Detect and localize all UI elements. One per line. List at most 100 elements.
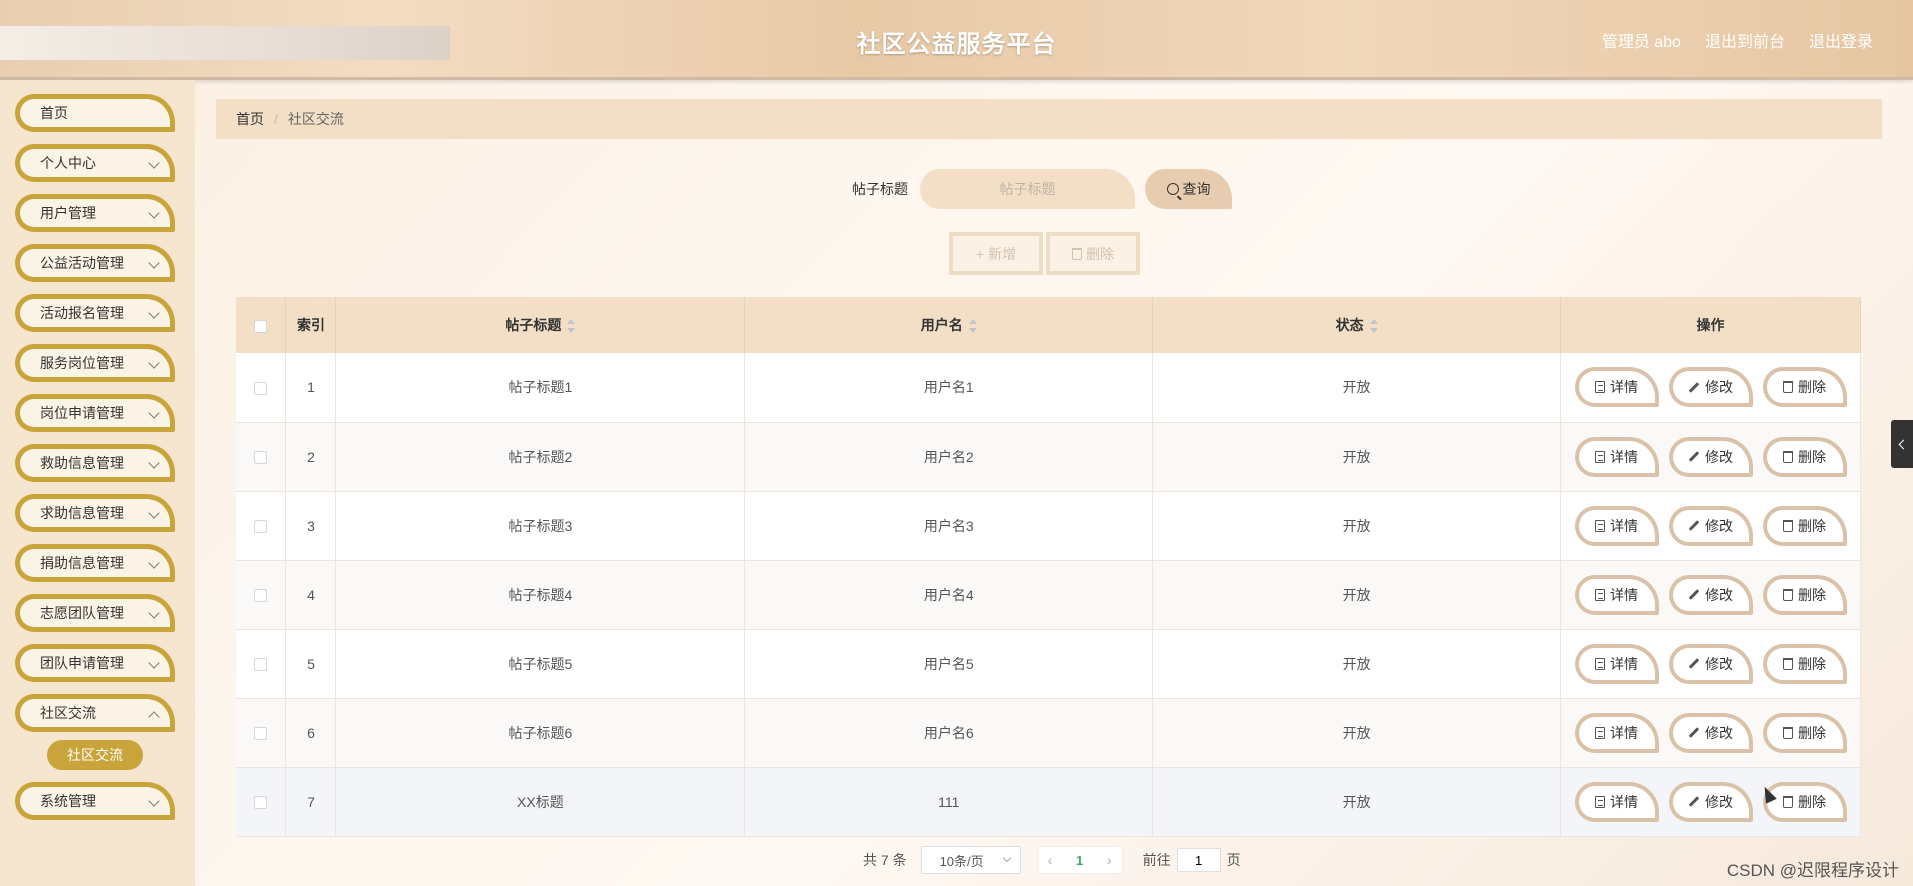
chevron-left-icon [1898,439,1909,449]
row-checkbox[interactable] [254,658,268,672]
table-row: 1 帖子标题1 用户名1 开放 详情 修改 删除 [236,353,1861,423]
row-ops: 详情 修改 删除 [1560,491,1861,561]
row-checkbox[interactable] [254,451,268,465]
column-header-status[interactable]: 状态 [1152,297,1561,353]
add-button-label: 新增 [988,245,1017,262]
batch-delete-button[interactable]: 删除 [1046,232,1140,275]
detail-button[interactable]: 详情 [1574,367,1659,408]
logout-link[interactable]: 退出登录 [1809,28,1873,52]
row-title: 帖子标题4 [335,560,746,630]
sidebar-item-home[interactable]: 首页 [15,94,175,132]
goto-page-input[interactable] [1176,848,1221,872]
page-navigator: ‹ 1 › [1036,846,1123,874]
edit-button[interactable]: 修改 [1668,781,1753,822]
delete-button[interactable]: 删除 [1762,574,1847,615]
sidebar-item-label: 公益活动管理 [40,255,124,271]
page-number-current[interactable]: 1 [1076,853,1083,868]
sort-icon[interactable] [1369,319,1378,334]
chevron-down-icon [148,407,160,419]
sort-icon[interactable] [567,319,576,334]
sidebar-item-team-applications[interactable]: 团队申请管理 [15,644,175,682]
detail-button[interactable]: 详情 [1574,712,1659,753]
column-header-title[interactable]: 帖子标题 [335,297,746,353]
sidebar-item-activities[interactable]: 公益活动管理 [15,244,175,282]
row-checkbox[interactable] [254,589,268,603]
sidebar-item-donations[interactable]: 捐助信息管理 [15,544,175,582]
select-all-checkbox[interactable] [254,319,268,333]
detail-button[interactable]: 详情 [1574,643,1659,684]
detail-button[interactable]: 详情 [1574,574,1659,615]
row-ops: 详情 修改 删除 [1560,698,1861,768]
chevron-down-icon [148,207,160,219]
chevron-down-icon [148,657,160,669]
delete-button[interactable]: 删除 [1762,367,1847,408]
table-row: 6 帖子标题6 用户名6 开放 详情 修改 删除 [236,698,1861,768]
row-username: 用户名5 [744,629,1154,699]
row-checkbox[interactable] [254,520,268,534]
sidebar-item-community[interactable]: 社区交流 [15,694,175,732]
detail-button[interactable]: 详情 [1574,781,1659,822]
sidebar-item-relief-info[interactable]: 救助信息管理 [15,444,175,482]
sidebar-item-activity-signup[interactable]: 活动报名管理 [15,294,175,332]
row-title: 帖子标题5 [335,629,746,699]
sidebar-item-system[interactable]: 系统管理 [15,782,175,820]
row-select-cell [236,560,287,630]
sidebar-item-label: 团队申请管理 [40,655,124,671]
sidebar-item-help-requests[interactable]: 求助信息管理 [15,494,175,532]
delete-button[interactable]: 删除 [1762,781,1847,822]
edit-button[interactable]: 修改 [1668,643,1753,684]
row-index: 6 [285,698,337,768]
sidebar-item-label: 志愿团队管理 [40,605,124,621]
sidebar-item-post-applications[interactable]: 岗位申请管理 [15,394,175,432]
edit-button[interactable]: 修改 [1668,574,1753,615]
delete-button[interactable]: 删除 [1762,505,1847,546]
exit-to-front-link[interactable]: 退出到前台 [1705,28,1785,52]
side-collapse-tab[interactable] [1891,420,1913,468]
post-title-search-input[interactable] [920,169,1135,209]
detail-button[interactable]: 详情 [1574,505,1659,546]
row-checkbox[interactable] [254,382,268,396]
prev-page-icon[interactable]: ‹ [1048,852,1053,868]
sidebar-item-label: 岗位申请管理 [40,405,124,421]
delete-button[interactable]: 删除 [1762,436,1847,477]
sidebar-subitem-community-forum[interactable]: 社区交流 [47,740,143,770]
sidebar-item-label: 活动报名管理 [40,305,124,321]
row-actions: 详情 修改 删除 [1561,574,1860,615]
trash-icon [1783,519,1793,532]
sidebar-item-service-posts[interactable]: 服务岗位管理 [15,344,175,382]
edit-button[interactable]: 修改 [1668,367,1753,408]
search-button[interactable]: 查询 [1145,169,1232,209]
document-icon [1595,657,1605,670]
sidebar-item-label: 首页 [40,105,68,121]
delete-button-label: 删除 [1798,655,1826,672]
add-button[interactable]: + 新增 [949,232,1043,275]
page-size-select[interactable]: 10条/页 [920,846,1021,874]
detail-button[interactable]: 详情 [1574,436,1659,477]
edit-button[interactable]: 修改 [1668,712,1753,753]
breadcrumb-home[interactable]: 首页 [236,109,264,129]
sidebar-item-volunteer-teams[interactable]: 志愿团队管理 [15,594,175,632]
row-index: 2 [285,422,337,492]
edit-button-label: 修改 [1705,448,1733,465]
edit-button[interactable]: 修改 [1668,436,1753,477]
next-page-icon[interactable]: › [1107,852,1112,868]
row-status: 开放 [1152,698,1561,768]
row-checkbox[interactable] [254,727,268,741]
detail-button-label: 详情 [1610,379,1638,396]
sidebar-item-profile[interactable]: 个人中心 [15,144,175,182]
delete-button[interactable]: 删除 [1762,643,1847,684]
detail-button-label: 详情 [1610,517,1638,534]
sidebar-item-label: 社区交流 [40,705,96,721]
edit-button[interactable]: 修改 [1668,505,1753,546]
row-actions: 详情 修改 删除 [1561,781,1860,822]
sort-icon[interactable] [968,319,977,334]
sidebar-item-users[interactable]: 用户管理 [15,194,175,232]
delete-button[interactable]: 删除 [1762,712,1847,753]
table-row: 4 帖子标题4 用户名4 开放 详情 修改 删除 [236,560,1861,630]
select-all-cell [236,297,287,353]
page-size-value: 10条/页 [939,853,984,869]
column-header-username[interactable]: 用户名 [744,297,1154,353]
row-checkbox[interactable] [254,796,268,810]
row-actions: 详情 修改 删除 [1561,505,1860,546]
page-goto: 前往 页 [1143,848,1241,872]
